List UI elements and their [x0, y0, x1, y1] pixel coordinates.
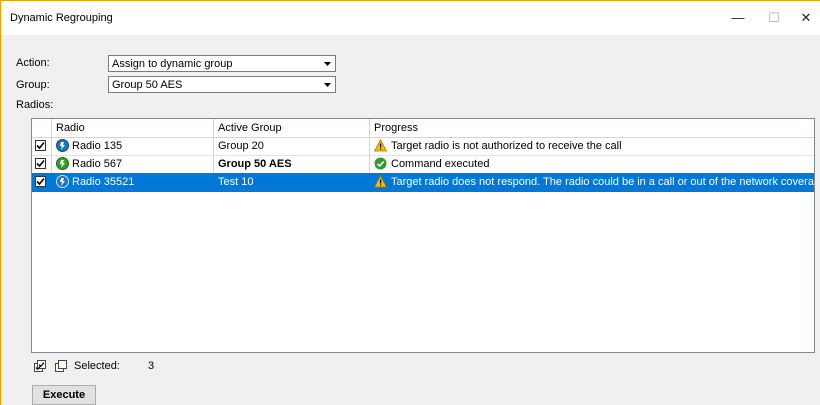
- chevron-down-icon: [324, 62, 331, 66]
- action-dropdown[interactable]: Assign to dynamic group: [108, 55, 336, 72]
- selected-count: 3: [148, 360, 155, 372]
- execute-button[interactable]: Execute: [32, 385, 96, 405]
- progress-text: Target radio does not respond. The radio…: [391, 176, 814, 188]
- radios-label: Radios:: [16, 99, 54, 111]
- title-bar: Dynamic Regrouping — ☐ ✕: [1, 1, 820, 35]
- radio-cell: Radio 35521: [52, 173, 214, 191]
- progress-cell: Target radio is not authorized to receiv…: [370, 137, 814, 155]
- radio-name: Radio 135: [72, 140, 123, 152]
- group-dropdown-value: Group 50 AES: [112, 79, 183, 91]
- group-label: Group:: [16, 79, 50, 91]
- column-header-radio[interactable]: Radio: [52, 119, 214, 137]
- action-dropdown-value: Assign to dynamic group: [112, 58, 233, 70]
- row-checkbox[interactable]: [35, 158, 46, 169]
- warning-icon: [374, 139, 387, 152]
- chevron-down-icon: [324, 83, 331, 87]
- active-group-cell: Group 50 AES: [214, 155, 370, 173]
- selected-label: Selected:: [74, 360, 120, 372]
- radio-unit-green-icon: [56, 157, 69, 170]
- deselect-all-icon[interactable]: [55, 360, 68, 373]
- window-title: Dynamic Regrouping: [10, 12, 113, 24]
- checkmark-icon: [36, 141, 45, 150]
- progress-cell: Command executed: [370, 155, 814, 173]
- group-dropdown[interactable]: Group 50 AES: [108, 76, 336, 93]
- maximize-button[interactable]: ☐: [759, 7, 789, 29]
- radio-name: Radio 567: [72, 158, 123, 170]
- table-row-selected[interactable]: Radio 35521 Test 10 Target radio does no…: [32, 173, 814, 192]
- success-check-icon: [374, 157, 387, 170]
- progress-text: Target radio is not authorized to receiv…: [391, 140, 622, 152]
- progress-text: Command executed: [391, 158, 490, 170]
- action-label: Action:: [16, 57, 50, 69]
- radio-unit-blue-icon: [56, 139, 69, 152]
- table-row[interactable]: Radio 135 Group 20 Target radio is not a…: [32, 137, 814, 156]
- row-checkbox[interactable]: [35, 140, 46, 151]
- row-checkbox-cell: [32, 173, 52, 191]
- checkbox-column-header[interactable]: [32, 119, 52, 137]
- radio-name: Radio 35521: [72, 176, 135, 188]
- column-header-active-group[interactable]: Active Group: [214, 119, 370, 137]
- table-header: Radio Active Group Progress: [32, 119, 814, 138]
- checkmark-icon: [36, 159, 45, 168]
- close-button[interactable]: ✕: [791, 7, 820, 29]
- minimize-button[interactable]: —: [723, 7, 753, 29]
- row-checkbox-cell: [32, 137, 52, 155]
- radios-table: Radio Active Group Progress Radio 135 Gr…: [31, 118, 815, 353]
- select-all-icon[interactable]: [34, 360, 47, 373]
- checkmark-icon: [36, 177, 45, 186]
- active-group-cell: Test 10: [214, 173, 370, 191]
- radio-unit-blue-icon: [56, 175, 69, 188]
- radio-cell: Radio 135: [52, 137, 214, 155]
- radio-cell: Radio 567: [52, 155, 214, 173]
- progress-cell: Target radio does not respond. The radio…: [370, 173, 814, 191]
- row-checkbox[interactable]: [35, 176, 46, 187]
- table-row[interactable]: Radio 567 Group 50 AES Command executed: [32, 155, 814, 174]
- row-checkbox-cell: [32, 155, 52, 173]
- dynamic-regrouping-window: Dynamic Regrouping — ☐ ✕ Action: Assign …: [0, 0, 820, 405]
- active-group-cell: Group 20: [214, 137, 370, 155]
- column-header-progress[interactable]: Progress: [370, 119, 814, 137]
- warning-icon: [374, 175, 387, 188]
